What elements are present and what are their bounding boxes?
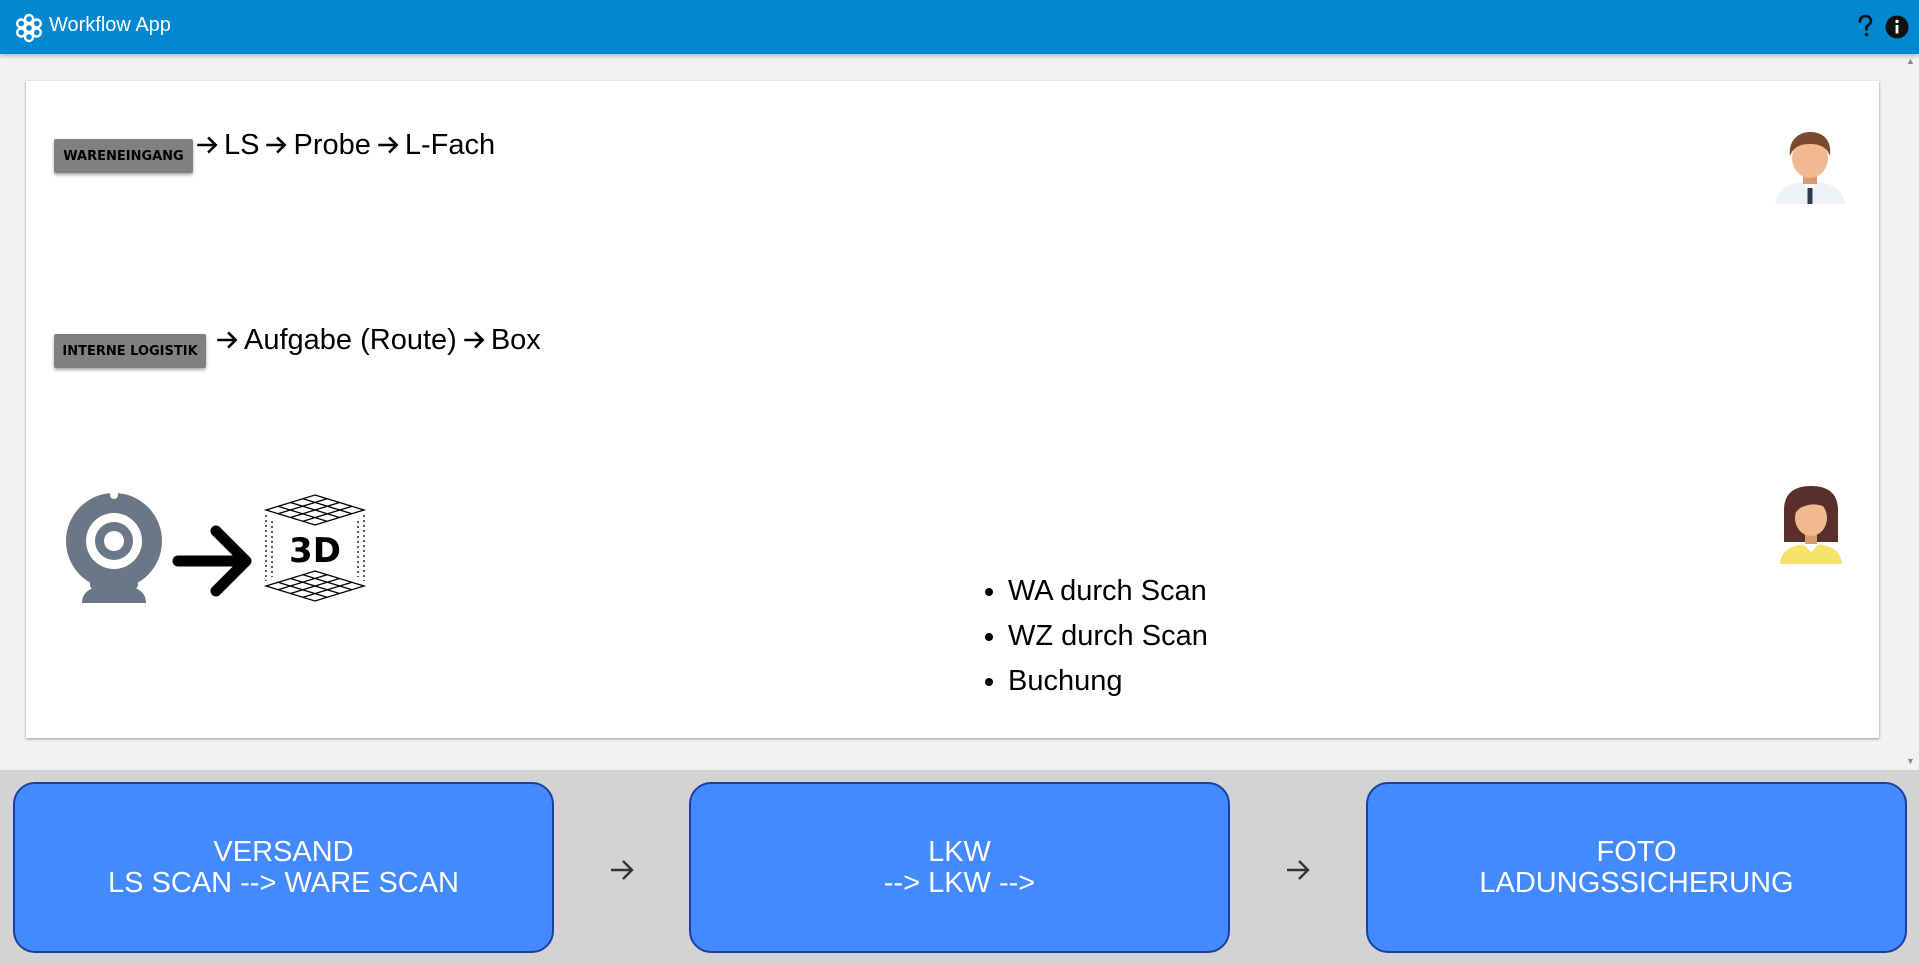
action-bar: VERSAND LS SCAN --> WARE SCAN LKW --> LK…	[0, 770, 1919, 963]
interne-logistik-button[interactable]: INTERNE LOGISTIK	[54, 334, 206, 368]
versand-button[interactable]: VERSAND LS SCAN --> WARE SCAN	[13, 782, 554, 953]
scrollbar-up-arrow[interactable]: ▲	[1906, 56, 1915, 66]
flow-step-ls: LS	[224, 128, 260, 161]
workflow-flower-icon	[15, 13, 42, 43]
versand-title: VERSAND	[213, 835, 354, 868]
arrow-right-icon	[266, 136, 287, 154]
scrollbar-down-arrow[interactable]: ▼	[1906, 756, 1915, 766]
webcam-icon	[66, 491, 162, 603]
wareneingang-label: WARENEINGANG	[63, 148, 184, 164]
flow-step-l-fach: L-Fach	[404, 128, 496, 161]
3d-scan-icon: 3D	[263, 494, 367, 602]
list-item: WZ durch Scan	[1008, 614, 1208, 659]
interne-logistik-flow: Aufgabe (Route) Box	[212, 318, 543, 362]
arrow-right-icon	[217, 331, 238, 349]
lkw-subtitle: --> LKW -->	[883, 866, 1036, 899]
arrow-right-icon	[464, 331, 485, 349]
interne-logistik-label: INTERNE LOGISTIK	[62, 343, 198, 359]
wareneingang-button[interactable]: WARENEINGANG	[54, 139, 193, 173]
businessman-avatar-icon	[1775, 132, 1845, 204]
arrow-right-icon	[378, 136, 399, 154]
workflow-card: WARENEINGANG LS Probe L-Fach INTERNE LOG…	[26, 81, 1879, 738]
lkw-button[interactable]: LKW --> LKW -->	[689, 782, 1230, 953]
flow-step-probe: Probe	[293, 128, 371, 161]
arrow-right-icon	[611, 860, 634, 880]
list-item: WA durch Scan	[1008, 569, 1208, 614]
flow-step-aufgabe: Aufgabe (Route)	[244, 323, 457, 356]
lkw-title: LKW	[928, 835, 991, 868]
app-header: Workflow App	[0, 0, 1919, 54]
list-item: Buchung	[1008, 659, 1208, 704]
versand-subtitle: LS SCAN --> WARE SCAN	[107, 866, 460, 899]
wareneingang-flow: LS Probe L-Fach	[192, 123, 497, 167]
app-title: Workflow App	[49, 14, 171, 36]
arrow-right-icon	[1287, 860, 1310, 880]
flow-step-box: Box	[490, 323, 541, 356]
bold-arrow-right-icon	[172, 525, 252, 597]
businesswoman-avatar-icon	[1780, 486, 1842, 564]
foto-title: FOTO	[1596, 835, 1677, 868]
3d-label: 3D	[289, 531, 341, 571]
scan-bullet-list: WA durch Scan WZ durch Scan Buchung	[980, 569, 1208, 704]
question-mark-icon[interactable]	[1852, 12, 1878, 40]
arrow-right-icon	[197, 136, 218, 154]
foto-ladungssicherung-button[interactable]: FOTO LADUNGSSICHERUNG	[1366, 782, 1907, 953]
info-circle-icon[interactable]	[1884, 14, 1910, 40]
foto-subtitle: LADUNGSSICHERUNG	[1479, 866, 1794, 899]
